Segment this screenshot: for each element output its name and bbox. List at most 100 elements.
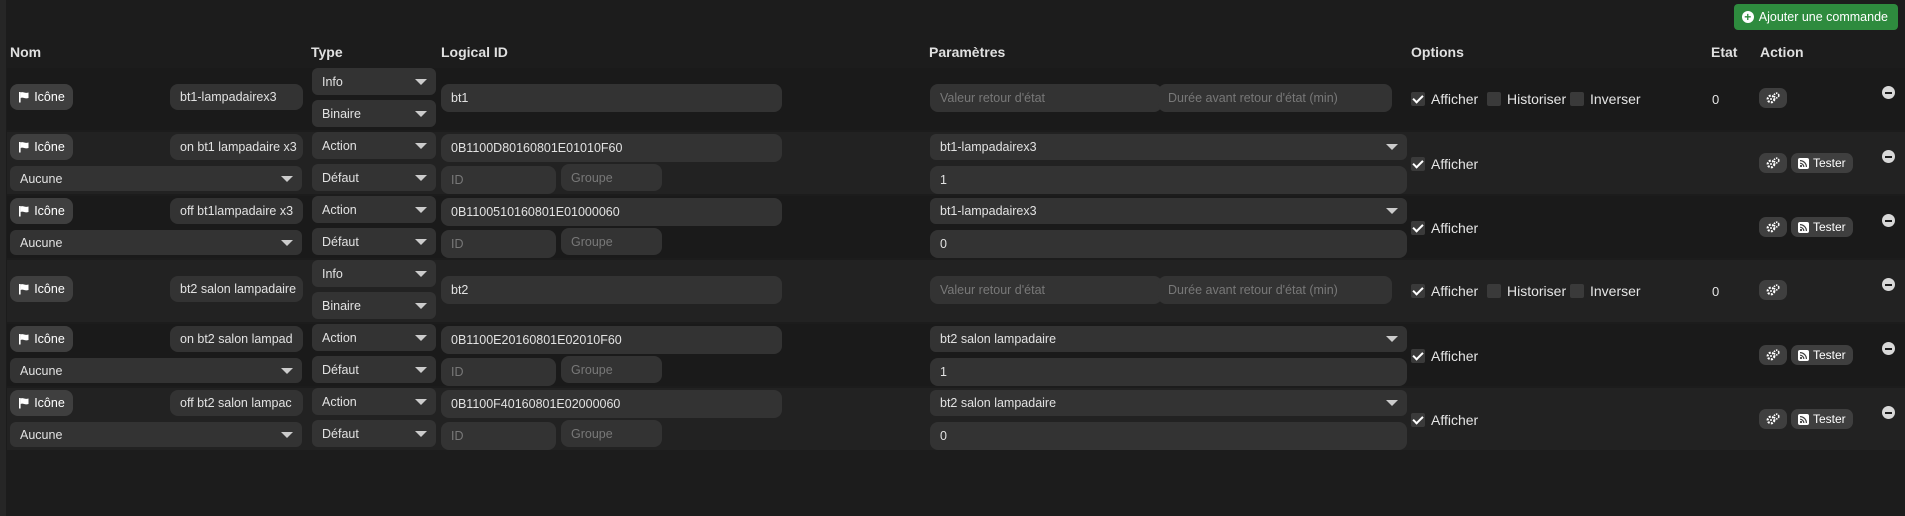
afficher-option-checkbox[interactable] [1411, 349, 1425, 363]
configure-button[interactable] [1759, 345, 1787, 365]
logical-id-input[interactable]: 0B1100D80160801E01010F60 [441, 134, 782, 162]
subtype-select[interactable]: Binaire [312, 292, 436, 319]
tester-button[interactable]: Tester [1791, 345, 1853, 365]
chevron-down-icon [281, 175, 293, 182]
icon-button[interactable]: Icône [10, 326, 73, 352]
chevron-down-icon [415, 334, 427, 341]
afficher-option[interactable]: Afficher [1411, 156, 1478, 172]
afficher-option[interactable]: Afficher [1411, 412, 1478, 428]
subtype-select[interactable]: Défaut [312, 356, 436, 383]
afficher-option[interactable]: Afficher [1411, 220, 1478, 236]
value-select[interactable]: Aucune [10, 422, 302, 447]
inverser-option-checkbox[interactable] [1570, 92, 1584, 106]
command-name-input[interactable]: on bt2 salon lampad [170, 326, 303, 352]
subtype-select[interactable]: Défaut [312, 164, 436, 191]
type-select[interactable]: Info [312, 260, 436, 287]
id-input[interactable]: ID [441, 166, 556, 194]
afficher-option-checkbox[interactable] [1411, 157, 1425, 171]
id-input[interactable]: ID [441, 422, 556, 450]
historiser-option[interactable]: Historiser [1487, 283, 1566, 299]
param-select[interactable]: bt2 salon lampadaire [930, 326, 1407, 352]
afficher-option-label: Afficher [1431, 348, 1479, 364]
logical-id-input[interactable]: 0B1100F40160801E02000060 [441, 390, 782, 418]
afficher-option[interactable]: Afficher [1411, 283, 1478, 299]
icon-button[interactable]: Icône [10, 198, 73, 224]
tester-button[interactable]: Tester [1791, 217, 1853, 237]
command-name-input[interactable]: on bt1 lampadaire x3 [170, 134, 303, 160]
id-input[interactable]: ID [441, 358, 556, 386]
command-name-input[interactable]: off bt1lampadaire x3 [170, 198, 303, 224]
afficher-option-checkbox[interactable] [1411, 221, 1425, 235]
add-command-button[interactable]: + Ajouter une commande [1733, 4, 1898, 30]
param-select-text: bt2 salon lampadaire [940, 332, 1057, 346]
groupe-input[interactable]: Groupe [561, 420, 662, 447]
remove-icon[interactable] [1882, 342, 1895, 355]
inverser-option-checkbox[interactable] [1570, 284, 1584, 298]
remove-icon[interactable] [1882, 278, 1895, 291]
etat-value: 0 [1712, 284, 1719, 299]
groupe-input[interactable]: Groupe [561, 228, 662, 255]
chevron-down-icon [415, 270, 427, 277]
param-value-input[interactable]: 0 [930, 422, 1407, 450]
historiser-option-checkbox[interactable] [1487, 92, 1501, 106]
duree-retour-input[interactable]: Durée avant retour d'état (min) [1158, 84, 1392, 112]
command-name-input[interactable]: bt2 salon lampadaire [170, 276, 303, 302]
id-input[interactable]: ID [441, 230, 556, 258]
duree-retour-input[interactable]: Durée avant retour d'état (min) [1158, 276, 1392, 304]
tester-button[interactable]: Tester [1791, 153, 1853, 173]
configure-button[interactable] [1759, 153, 1787, 173]
remove-icon[interactable] [1882, 86, 1895, 99]
logical-id-input[interactable]: 0B1100E20160801E02010F60 [441, 326, 782, 354]
subtype-select-text: Défaut [322, 362, 359, 377]
type-select[interactable]: Action [312, 132, 436, 159]
remove-icon[interactable] [1882, 214, 1895, 227]
param-select[interactable]: bt1-lampadairex3 [930, 198, 1407, 224]
configure-button[interactable] [1759, 88, 1787, 108]
logical-id-input[interactable]: bt1 [441, 84, 782, 112]
type-select[interactable]: Action [312, 196, 436, 223]
value-select[interactable]: Aucune [10, 166, 302, 191]
param-select[interactable]: bt2 salon lampadaire [930, 390, 1407, 416]
type-select[interactable]: Action [312, 324, 436, 351]
valeur-retour-input[interactable]: Valeur retour d'état [930, 276, 1162, 304]
logical-id-input[interactable]: 0B1100510160801E01000060 [441, 198, 782, 226]
inverser-option[interactable]: Inverser [1570, 283, 1641, 299]
historiser-option[interactable]: Historiser [1487, 91, 1566, 107]
command-name-input[interactable]: off bt2 salon lampac [170, 390, 303, 416]
icon-button[interactable]: Icône [10, 134, 73, 160]
subtype-select[interactable]: Défaut [312, 228, 436, 255]
param-value-input[interactable]: 1 [930, 358, 1407, 386]
afficher-option-checkbox[interactable] [1411, 92, 1425, 106]
tester-button[interactable]: Tester [1791, 409, 1853, 429]
afficher-option-checkbox[interactable] [1411, 284, 1425, 298]
groupe-input[interactable]: Groupe [561, 356, 662, 383]
param-select[interactable]: bt1-lampadairex3 [930, 134, 1407, 160]
type-select[interactable]: Action [312, 388, 436, 415]
icon-button[interactable]: Icône [10, 276, 73, 302]
value-select[interactable]: Aucune [10, 230, 302, 255]
historiser-option-checkbox[interactable] [1487, 284, 1501, 298]
configure-button[interactable] [1759, 280, 1787, 300]
chevron-down-icon [1386, 144, 1398, 150]
remove-icon[interactable] [1882, 150, 1895, 163]
type-select[interactable]: Info [312, 68, 436, 95]
afficher-option[interactable]: Afficher [1411, 348, 1478, 364]
subtype-select[interactable]: Binaire [312, 100, 436, 127]
valeur-retour-input[interactable]: Valeur retour d'état [930, 84, 1162, 112]
inverser-option[interactable]: Inverser [1570, 91, 1641, 107]
icon-button[interactable]: Icône [10, 84, 73, 110]
icon-button[interactable]: Icône [10, 390, 73, 416]
subtype-select[interactable]: Défaut [312, 420, 436, 447]
logical-id-input[interactable]: bt2 [441, 276, 782, 304]
configure-button[interactable] [1759, 409, 1787, 429]
value-select[interactable]: Aucune [10, 358, 302, 383]
command-name-input[interactable]: bt1-lampadairex3 [170, 84, 303, 110]
param-value-input[interactable]: 0 [930, 230, 1407, 258]
afficher-option[interactable]: Afficher [1411, 91, 1478, 107]
remove-icon[interactable] [1882, 406, 1895, 419]
afficher-option-checkbox[interactable] [1411, 413, 1425, 427]
param-value-input[interactable]: 1 [930, 166, 1407, 194]
groupe-input-text: Groupe [571, 234, 613, 249]
configure-button[interactable] [1759, 217, 1787, 237]
groupe-input[interactable]: Groupe [561, 164, 662, 191]
